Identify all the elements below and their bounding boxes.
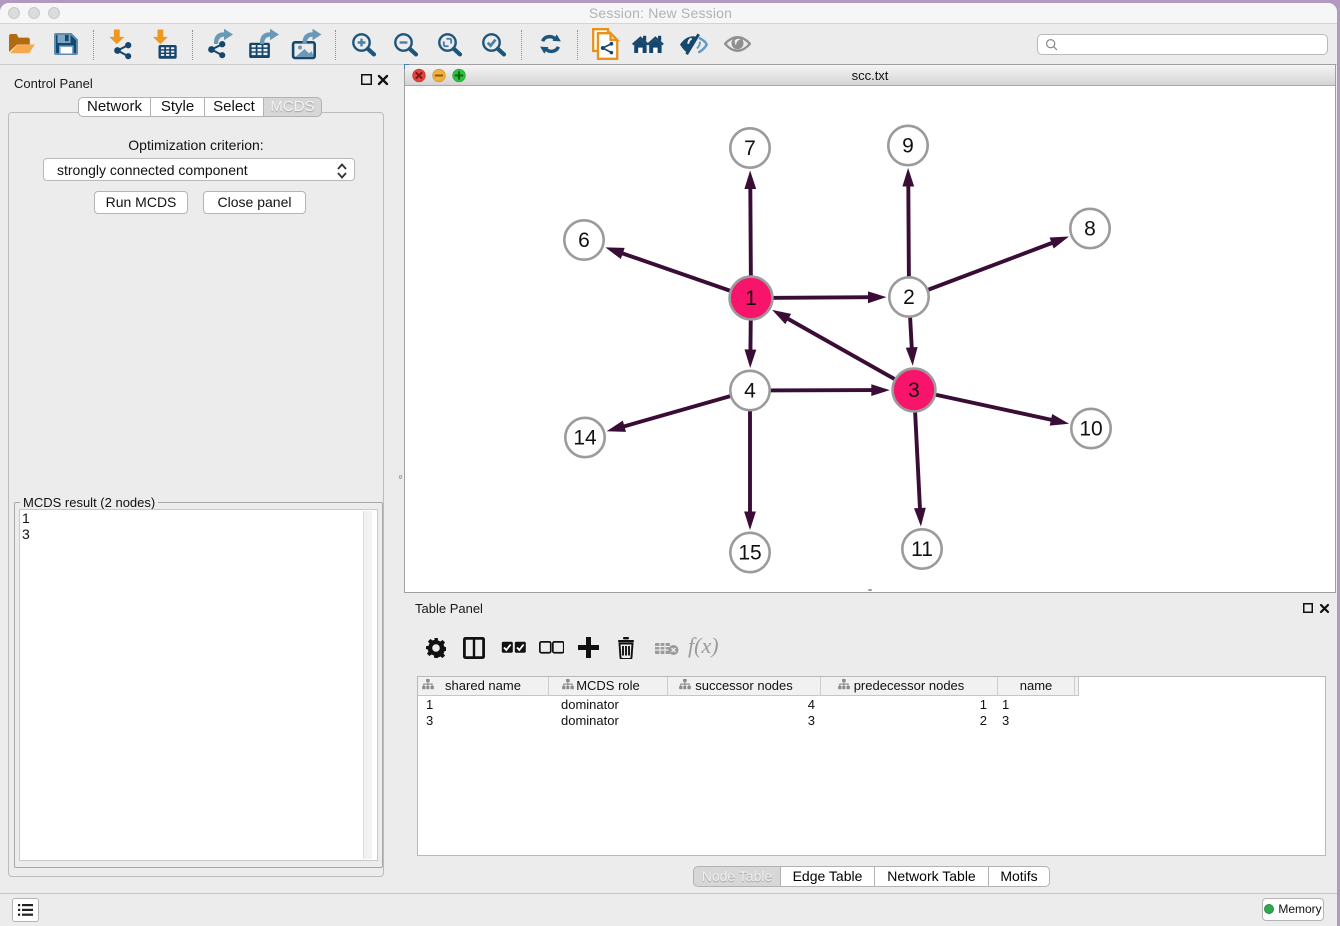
svg-text:1: 1 bbox=[745, 287, 757, 310]
svg-text:4: 4 bbox=[744, 380, 756, 403]
svg-text:3: 3 bbox=[908, 379, 920, 402]
svg-text:15: 15 bbox=[738, 542, 761, 565]
svg-text:2: 2 bbox=[903, 286, 915, 309]
svg-text:14: 14 bbox=[573, 427, 597, 450]
svg-text:10: 10 bbox=[1079, 418, 1102, 441]
svg-text:8: 8 bbox=[1084, 218, 1096, 241]
svg-text:7: 7 bbox=[744, 137, 756, 160]
svg-text:9: 9 bbox=[902, 135, 914, 158]
svg-text:11: 11 bbox=[911, 538, 933, 561]
svg-text:6: 6 bbox=[578, 229, 590, 252]
